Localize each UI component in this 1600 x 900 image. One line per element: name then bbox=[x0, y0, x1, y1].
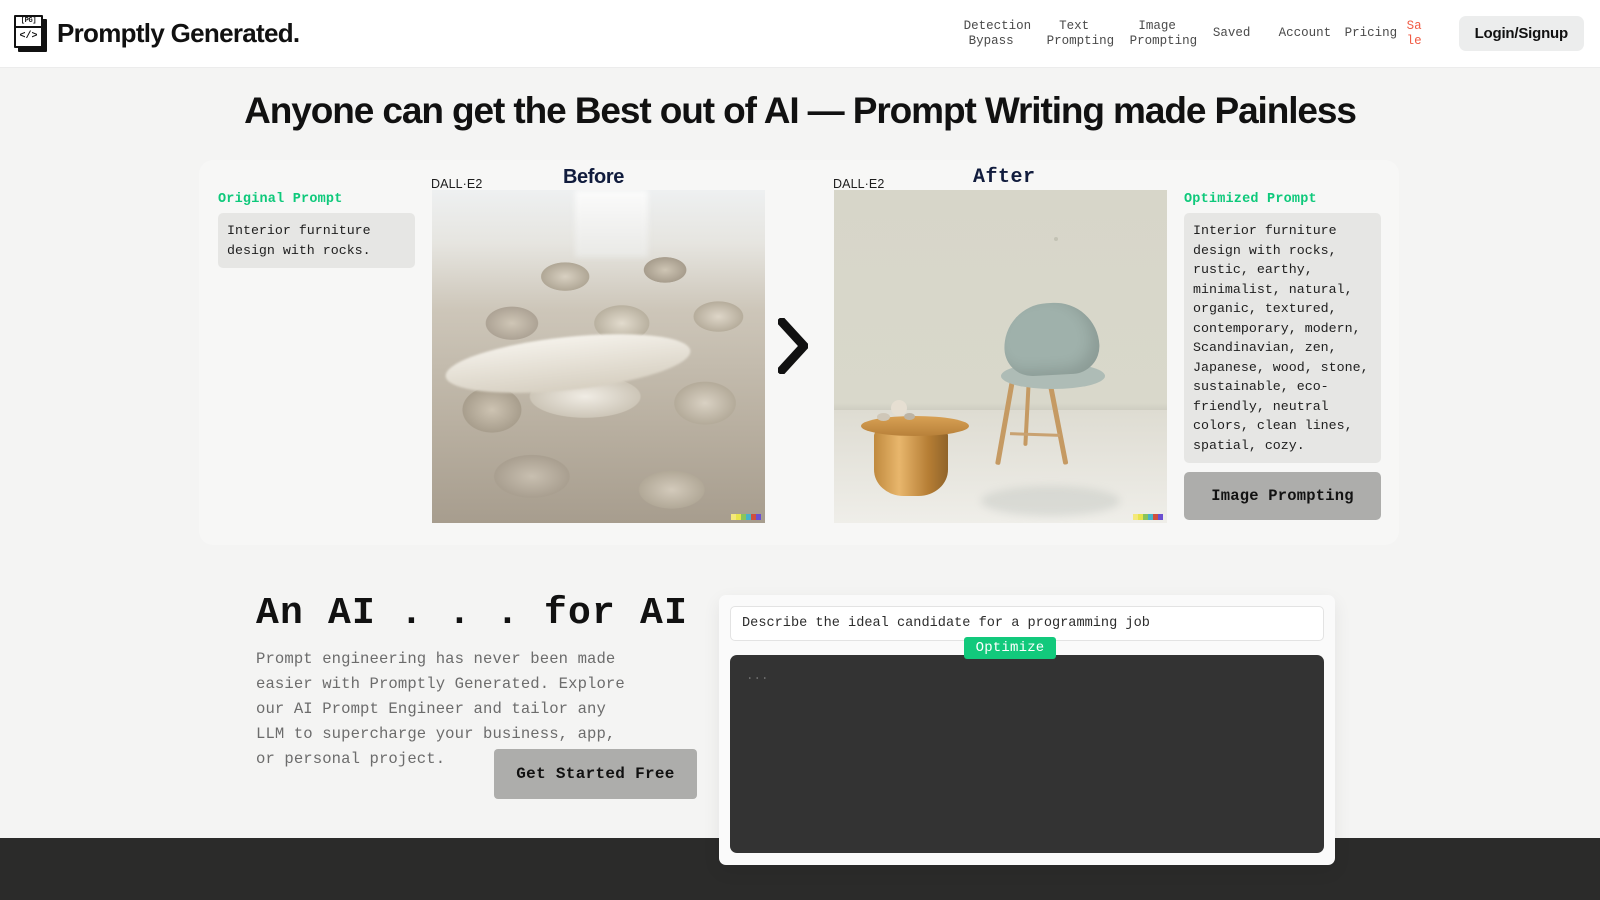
nav-item-account[interactable]: Account bbox=[1265, 26, 1332, 41]
brand-logo[interactable]: [PG] </> Promptly Generated. bbox=[14, 14, 300, 53]
logo-bottom-text: </> bbox=[19, 30, 38, 42]
page-title: Anyone can get the Best out of AI — Prom… bbox=[244, 90, 1357, 131]
main-nav: Detection Bypass Text Prompting Image Pr… bbox=[950, 0, 1600, 68]
dalle-tag-before: DALL·E2 bbox=[431, 177, 483, 191]
brand-name: Promptly Generated. bbox=[57, 18, 300, 48]
before-image bbox=[432, 190, 765, 523]
interior-photo bbox=[834, 190, 1167, 523]
image-prompting-button[interactable]: Image Prompting bbox=[1184, 472, 1381, 520]
wall-detail bbox=[1053, 236, 1058, 241]
logo-top-text: [PG] bbox=[16, 17, 41, 28]
dalle-watermark-swatch-after bbox=[1133, 514, 1163, 520]
after-image bbox=[834, 190, 1167, 523]
nav-item-text-prompting[interactable]: Text Prompting bbox=[1033, 19, 1116, 49]
code-window-icon: [PG] </> bbox=[14, 14, 48, 53]
prompt-input[interactable] bbox=[730, 606, 1324, 641]
value-prop-section: An AI . . . for AI Prompt engineering ha… bbox=[256, 592, 697, 799]
original-prompt-title: Original Prompt bbox=[218, 192, 343, 207]
nav-item-detection-bypass[interactable]: Detection Bypass bbox=[950, 19, 1033, 49]
dalle-watermark-swatch-before bbox=[731, 514, 761, 520]
side-table-body bbox=[873, 429, 948, 496]
optimized-prompt-text: Interior furniture design with rocks, ru… bbox=[1184, 213, 1381, 463]
chair-shell bbox=[1002, 300, 1101, 378]
stone-right bbox=[903, 413, 915, 421]
get-started-free-button[interactable]: Get Started Free bbox=[494, 749, 697, 799]
nav-item-image-prompting[interactable]: Image Prompting bbox=[1116, 19, 1199, 49]
after-label: After bbox=[973, 166, 1036, 189]
logo-face: [PG] </> bbox=[14, 14, 43, 48]
optimize-button[interactable]: Optimize bbox=[964, 637, 1056, 659]
login-signup-button[interactable]: Login/Signup bbox=[1458, 16, 1584, 51]
original-prompt-text: Interior furniture design with rocks. bbox=[218, 213, 415, 268]
nav-item-saved[interactable]: Saved bbox=[1199, 26, 1265, 41]
value-prop-title: An AI . . . for AI bbox=[256, 592, 689, 635]
chevron-right-icon bbox=[775, 315, 811, 377]
prompt-demo-panel: Optimize ... bbox=[719, 595, 1335, 865]
rocks-photo bbox=[432, 190, 765, 523]
optimized-output-area[interactable]: ... bbox=[730, 655, 1324, 853]
site-header: [PG] </> Promptly Generated. Detection B… bbox=[0, 0, 1600, 68]
original-prompt-column: Original Prompt Interior furniture desig… bbox=[218, 192, 415, 268]
before-label: Before bbox=[563, 166, 624, 188]
nav-item-pricing[interactable]: Pricing bbox=[1331, 26, 1398, 41]
optimized-prompt-title: Optimized Prompt bbox=[1184, 192, 1317, 207]
nav-item-sale[interactable]: Sale bbox=[1397, 19, 1443, 49]
optimized-prompt-column: Optimized Prompt Interior furniture desi… bbox=[1184, 192, 1381, 463]
dalle-tag-after: DALL·E2 bbox=[833, 177, 885, 191]
